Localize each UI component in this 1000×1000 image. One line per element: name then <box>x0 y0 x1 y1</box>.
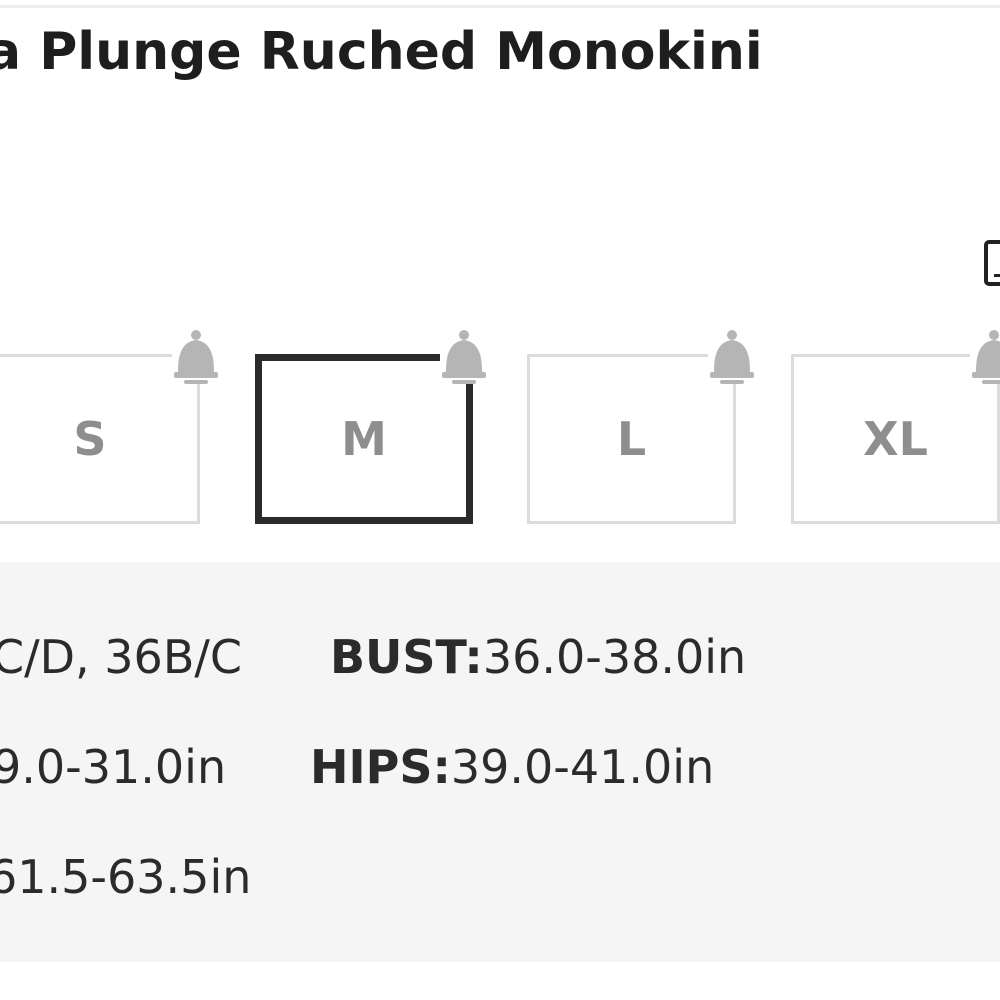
bust-measurement: BUST:36.0-38.0in <box>330 630 746 684</box>
bust-value: 36.0-38.0in <box>482 630 747 684</box>
bell-icon-graphic <box>442 330 486 384</box>
size-option-s[interactable]: S <box>0 354 200 524</box>
bell-icon[interactable] <box>172 330 220 384</box>
bell-icon[interactable] <box>970 330 1000 384</box>
bell-icon-graphic <box>710 330 754 384</box>
size-option-l[interactable]: L <box>527 354 736 524</box>
bust-label: BUST: <box>330 630 483 684</box>
bell-icon[interactable] <box>440 330 488 384</box>
size-label: M <box>341 412 387 466</box>
product-title: a Plunge Ruched Monokini <box>0 22 763 82</box>
bell-icon[interactable] <box>708 330 756 384</box>
size-label: L <box>616 412 647 466</box>
hips-label: HIPS: <box>310 740 451 794</box>
cup-size-value: C/D, 36B/C <box>0 630 242 684</box>
size-label: XL <box>863 412 928 466</box>
ruler-icon[interactable] <box>984 240 1000 286</box>
measurements-panel: C/D, 36B/C BUST:36.0-38.0in 9.0-31.0in H… <box>0 562 1000 962</box>
hips-value: 39.0-41.0in <box>450 740 715 794</box>
size-option-xl[interactable]: XL <box>791 354 1000 524</box>
size-label: S <box>73 412 107 466</box>
bell-icon-graphic <box>972 330 1000 384</box>
hips-measurement: HIPS:39.0-41.0in <box>310 740 714 794</box>
top-divider <box>0 5 1000 8</box>
bell-icon-graphic <box>174 330 218 384</box>
waist-value: 9.0-31.0in <box>0 740 227 794</box>
height-value: 61.5-63.5in <box>0 850 252 904</box>
